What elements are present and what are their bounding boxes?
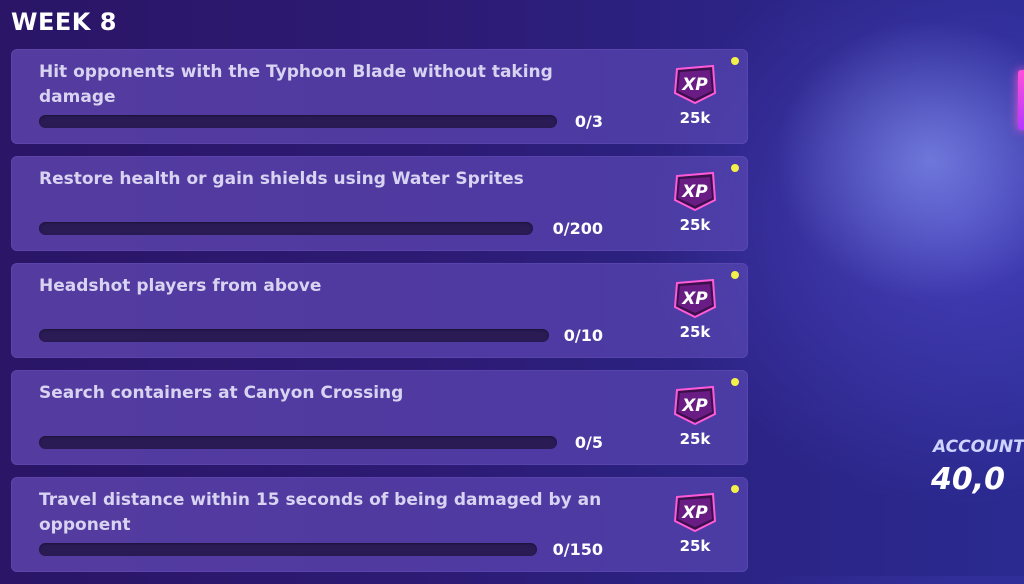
- progress-bar: [39, 436, 557, 449]
- quest-list: Hit opponents with the Typhoon Blade wit…: [11, 49, 748, 584]
- progress-count: 0/10: [563, 326, 603, 345]
- xp-reward: 25k: [679, 109, 711, 127]
- xp-reward: 25k: [679, 537, 711, 555]
- xp-reward: 25k: [679, 323, 711, 341]
- account-value: 40,0: [931, 462, 1006, 497]
- xp-badge-graphic: XP: [673, 385, 717, 426]
- xp-badge-icon: XP: [671, 277, 719, 319]
- xp-badge-text: XP: [681, 289, 708, 309]
- page-title: WEEK 8: [11, 8, 117, 36]
- quest-card[interactable]: Restore health or gain shields using Wat…: [11, 156, 748, 251]
- account-label: ACCOUNT: [933, 437, 1024, 457]
- quest-description: Headshot players from above: [39, 276, 322, 296]
- quest-description: Restore health or gain shields using Wat…: [39, 169, 524, 189]
- xp-badge-text: XP: [681, 75, 708, 95]
- new-dot-icon: [731, 57, 739, 65]
- progress-count: 0/200: [552, 219, 603, 238]
- new-dot-icon: [731, 271, 739, 279]
- xp-badge-graphic: XP: [673, 64, 717, 105]
- xp-badge-icon: XP: [671, 491, 719, 533]
- xp-badge-text: XP: [681, 396, 708, 416]
- xp-badge-graphic: XP: [673, 492, 717, 533]
- new-dot-icon: [731, 485, 739, 493]
- xp-badge-icon: XP: [671, 170, 719, 212]
- quest-card[interactable]: Search containers at Canyon Crossing 0/5…: [11, 370, 748, 465]
- progress-bar: [39, 115, 557, 128]
- quest-card[interactable]: Travel distance within 15 seconds of bei…: [11, 477, 748, 572]
- quest-description: Search containers at Canyon Crossing: [39, 383, 404, 403]
- reward-preview-edge: [1018, 70, 1024, 130]
- xp-badge-graphic: XP: [673, 278, 717, 319]
- progress-count: 0/150: [552, 540, 603, 559]
- xp-badge-text: XP: [681, 182, 708, 202]
- progress-bar: [39, 329, 549, 342]
- xp-badge-icon: XP: [671, 384, 719, 426]
- xp-badge-icon: XP: [671, 63, 719, 105]
- quest-description: Hit opponents with the Typhoon Blade wit…: [39, 62, 553, 107]
- progress-bar: [39, 222, 533, 235]
- quest-card[interactable]: Headshot players from above 0/10 XP 25k: [11, 263, 748, 358]
- xp-badge-graphic: XP: [673, 171, 717, 212]
- quest-card[interactable]: Hit opponents with the Typhoon Blade wit…: [11, 49, 748, 144]
- new-dot-icon: [731, 378, 739, 386]
- progress-count: 0/3: [574, 112, 603, 131]
- progress-count: 0/5: [574, 433, 603, 452]
- xp-reward: 25k: [679, 216, 711, 234]
- quest-description: Travel distance within 15 seconds of bei…: [39, 490, 602, 535]
- xp-badge-text: XP: [681, 503, 708, 523]
- new-dot-icon: [731, 164, 739, 172]
- progress-bar: [39, 543, 537, 556]
- xp-reward: 25k: [679, 430, 711, 448]
